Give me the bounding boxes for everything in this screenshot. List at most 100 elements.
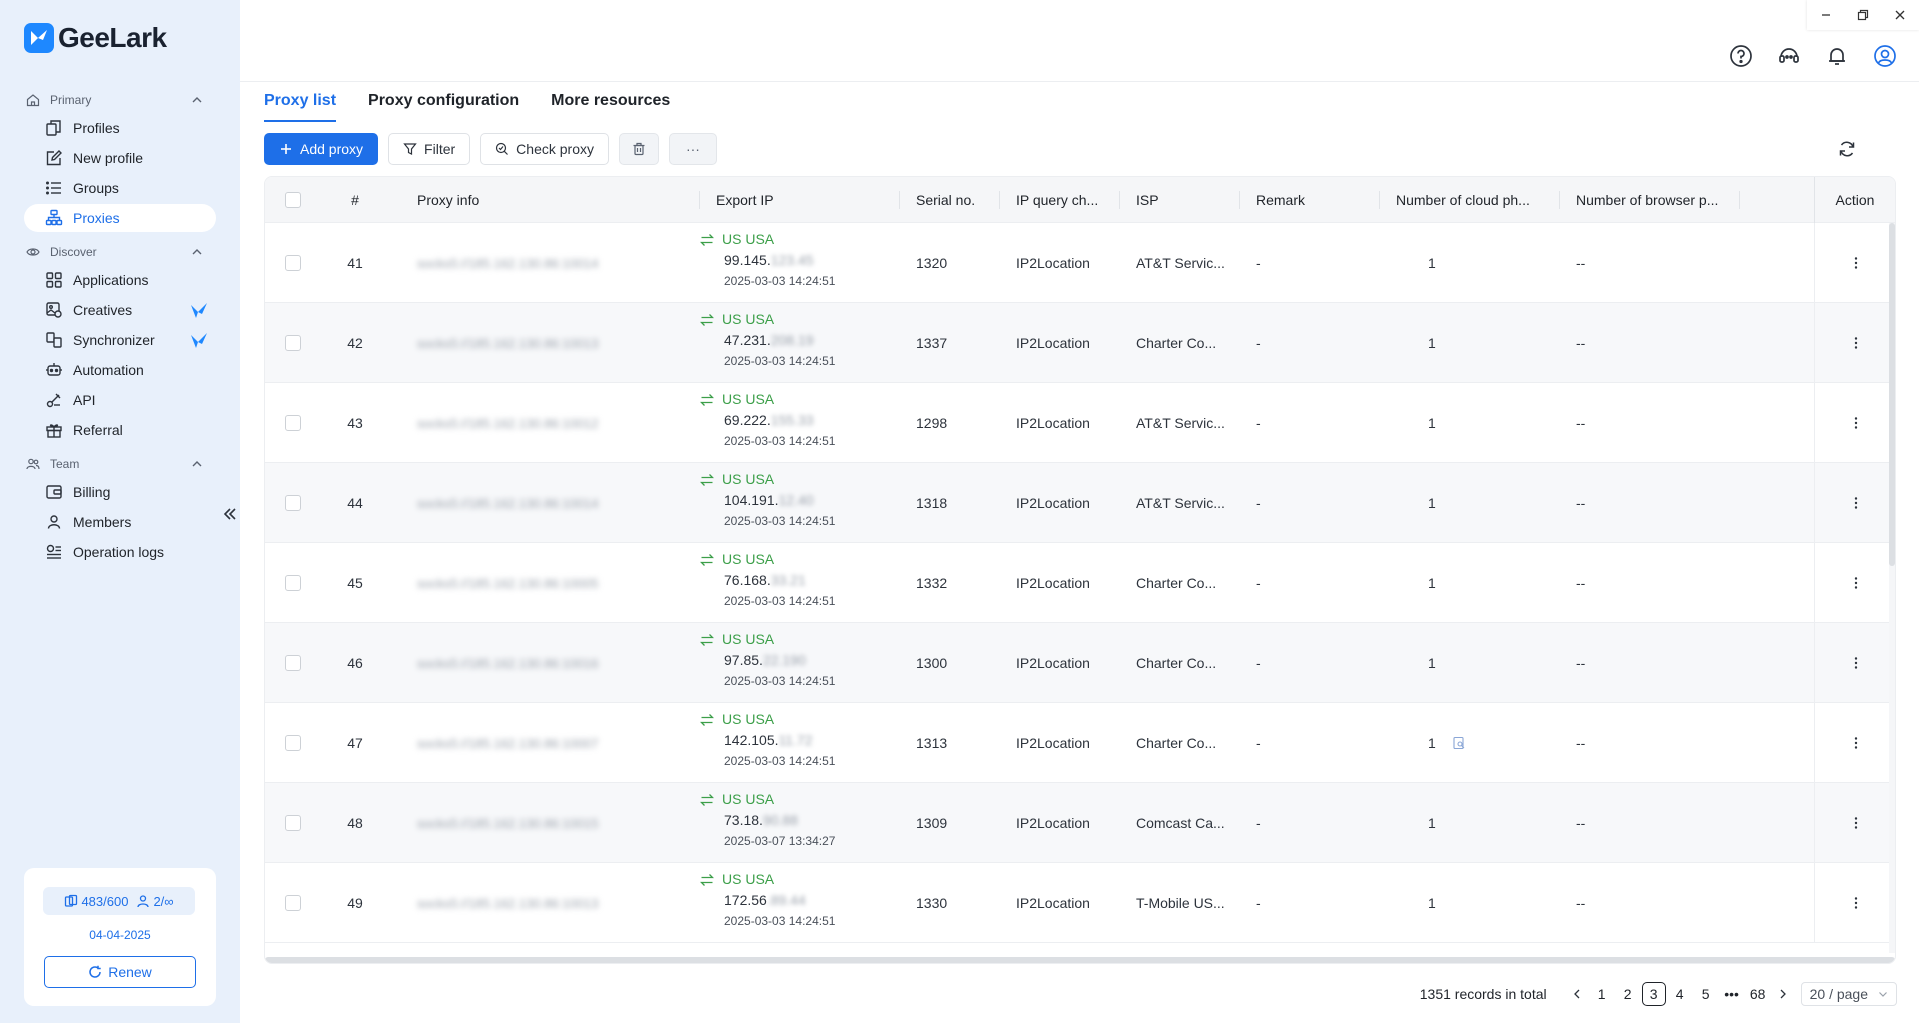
check-proxy-button[interactable]: Check proxy [480,133,609,165]
more-vertical-icon[interactable] [1848,575,1864,591]
prev-page-icon[interactable] [1565,982,1589,1006]
close-icon[interactable] [1893,8,1907,22]
add-proxy-button[interactable]: Add proxy [264,133,379,165]
row-checkbox[interactable] [285,383,309,463]
more-vertical-icon[interactable] [1848,415,1864,431]
refresh-icon [89,965,101,978]
sidebar-item-operation-logs[interactable]: Operation logs [24,538,216,566]
tab-proxy-configuration[interactable]: Proxy configuration [368,92,519,122]
proxy-info[interactable]: socks5://185.162.130.86:10013 [401,303,700,383]
chevron-up-icon[interactable] [190,457,204,471]
page-2[interactable]: 2 [1616,982,1640,1006]
remark: - [1256,335,1261,351]
page-4[interactable]: 4 [1668,982,1692,1006]
more-vertical-icon[interactable] [1848,495,1864,511]
api-icon [45,391,63,409]
account-icon[interactable] [1873,44,1897,68]
section-primary[interactable]: Primary [0,88,240,112]
sidebar-item-automation[interactable]: Automation [24,356,216,384]
tab-more-resources[interactable]: More resources [551,92,670,122]
sidebar-item-proxies[interactable]: Proxies [24,204,216,232]
support-icon[interactable] [1777,44,1801,68]
window-controls [1807,0,1919,30]
more-vertical-icon[interactable] [1848,735,1864,751]
chevron-up-icon[interactable] [190,245,204,259]
export-ip-timestamp: 2025-03-03 14:24:51 [724,754,836,768]
section-label: Discover [50,245,97,259]
delete-button[interactable] [618,133,659,165]
sidebar-item-profiles[interactable]: Profiles [24,114,216,142]
collapse-sidebar-icon[interactable] [222,506,238,522]
horizontal-scrollbar[interactable] [265,957,1895,963]
table-row[interactable]: 46 socks5://185.162.130.86:10016 US USA 97.… [265,623,1895,703]
proxy-info[interactable]: socks5://185.162.130.86:10005 [401,543,700,623]
chevron-up-icon[interactable] [190,93,204,107]
table-row[interactable]: 44 socks5://185.162.130.86:10014 US USA 104… [265,463,1895,543]
more-vertical-icon[interactable] [1848,815,1864,831]
table-row[interactable]: 43 socks5://185.162.130.86:10012 US USA 69.… [265,383,1895,463]
proxy-info[interactable]: socks5://185.162.130.86:10014 [401,463,700,543]
table-row[interactable]: 42 socks5://185.162.130.86:10013 US USA 47.… [265,303,1895,383]
more-vertical-icon[interactable] [1848,335,1864,351]
section-discover[interactable]: Discover [0,240,240,264]
page-1[interactable]: 1 [1590,982,1614,1006]
sidebar-item-api[interactable]: API [24,386,216,414]
section-team[interactable]: Team [0,452,240,476]
proxy-info[interactable]: socks5://185.162.130.86:10014 [401,223,700,303]
row-checkbox[interactable] [285,543,309,623]
page-ellipsis[interactable]: ••• [1720,982,1744,1006]
table-row[interactable]: 49 socks5://185.162.130.86:10013 US USA 172… [265,863,1895,943]
row-checkbox[interactable] [285,223,309,303]
more-vertical-icon[interactable] [1848,255,1864,271]
page-3[interactable]: 3 [1641,982,1666,1006]
row-checkbox[interactable] [285,623,309,703]
sidebar-item-referral[interactable]: Referral [24,416,216,444]
restore-icon[interactable] [1856,8,1870,22]
proxy-info[interactable]: socks5://185.162.130.86:10015 [401,783,700,863]
row-checkbox[interactable] [285,783,309,863]
swap-arrows-icon [700,873,714,887]
select-all-checkbox[interactable] [285,177,309,223]
more-vertical-icon[interactable] [1848,895,1864,911]
sidebar-item-billing[interactable]: Billing [24,478,216,506]
filter-button[interactable]: Filter [388,133,471,165]
refresh-table-icon[interactable] [1837,139,1857,159]
plus-icon [279,142,293,156]
row-number: 45 [347,575,363,591]
help-icon[interactable] [1729,44,1753,68]
proxy-info[interactable]: socks5://185.162.130.86:10016 [401,623,700,703]
row-checkbox[interactable] [285,703,309,783]
sidebar-item-synchronizer[interactable]: Synchronizer [24,326,216,354]
page-size-select[interactable]: 20 / page [1800,982,1897,1006]
serial-no: 1320 [916,255,948,271]
row-checkbox[interactable] [285,463,309,543]
serial-no: 1332 [916,575,948,591]
renew-button[interactable]: Renew [44,956,196,988]
tab-proxy-list[interactable]: Proxy list [264,92,337,122]
vertical-scrollbar-thumb[interactable] [1889,223,1895,566]
table-row[interactable]: 41 socks5://185.162.130.86:10014 US USA 99.… [265,223,1895,303]
cloud-phone-link-icon[interactable] [1452,736,1466,750]
page-68[interactable]: 68 [1746,982,1770,1006]
col-proxy-info: Proxy info [401,177,700,223]
sidebar-item-members[interactable]: Members [24,508,216,536]
more-actions-button[interactable]: ··· [668,133,717,165]
row-checkbox[interactable] [285,303,309,383]
table-row[interactable]: 48 socks5://185.162.130.86:10015 US USA 73.… [265,783,1895,863]
proxy-info[interactable]: socks5://185.162.130.86:10007 [401,703,700,783]
sidebar-item-groups[interactable]: Groups [24,174,216,202]
sidebar-item-creatives[interactable]: Creatives [24,296,216,324]
proxy-info[interactable]: socks5://185.162.130.86:10013 [401,863,700,943]
logs-icon [45,543,63,561]
more-vertical-icon[interactable] [1848,655,1864,671]
proxy-info[interactable]: socks5://185.162.130.86:10012 [401,383,700,463]
page-5[interactable]: 5 [1694,982,1718,1006]
notification-bell-icon[interactable] [1825,44,1849,68]
sidebar-item-new-profile[interactable]: New profile [24,144,216,172]
row-checkbox[interactable] [285,863,309,943]
minimize-icon[interactable] [1819,8,1833,22]
next-page-icon[interactable] [1771,982,1795,1006]
table-row[interactable]: 47 socks5://185.162.130.86:10007 US USA 142… [265,703,1895,783]
sidebar-item-applications[interactable]: Applications [24,266,216,294]
table-row[interactable]: 45 socks5://185.162.130.86:10005 US USA 76.… [265,543,1895,623]
